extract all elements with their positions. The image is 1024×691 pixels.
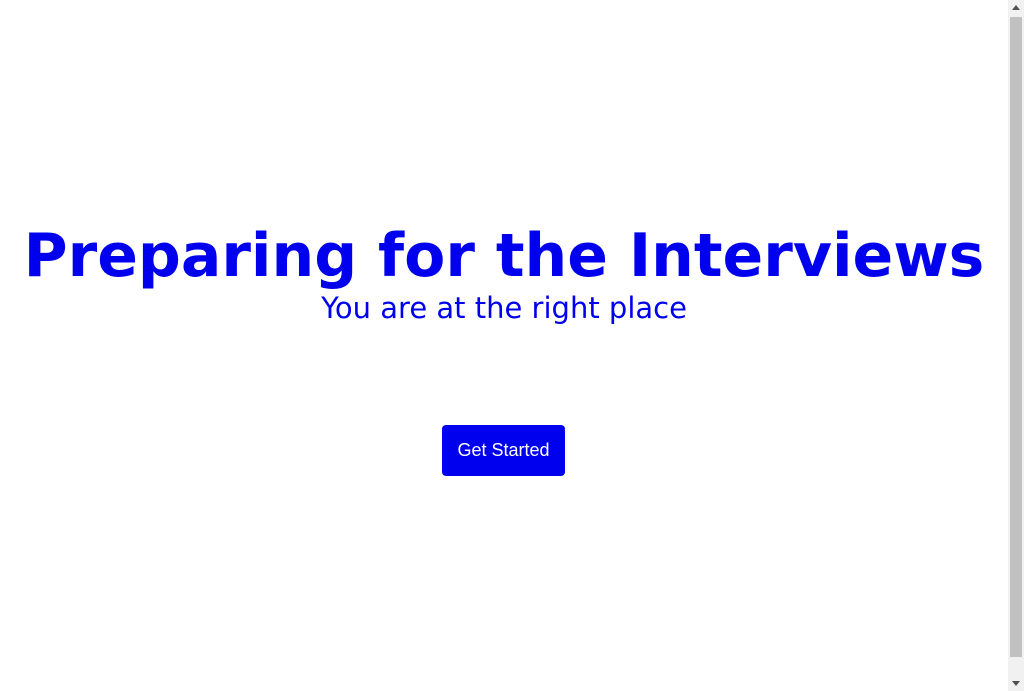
get-started-button[interactable]: Get Started [442, 425, 565, 476]
vertical-scrollbar[interactable] [1008, 0, 1024, 691]
hero-title: Preparing for the Interviews [23, 221, 985, 291]
page: Preparing for the Interviews You are at … [0, 0, 1024, 691]
main-content: Preparing for the Interviews You are at … [0, 0, 1008, 691]
hero-subtitle: You are at the right place [321, 291, 687, 325]
scroll-down-arrow-icon[interactable] [1008, 675, 1024, 691]
scrollbar-thumb[interactable] [1010, 17, 1022, 657]
scroll-up-arrow-icon[interactable] [1008, 0, 1024, 16]
